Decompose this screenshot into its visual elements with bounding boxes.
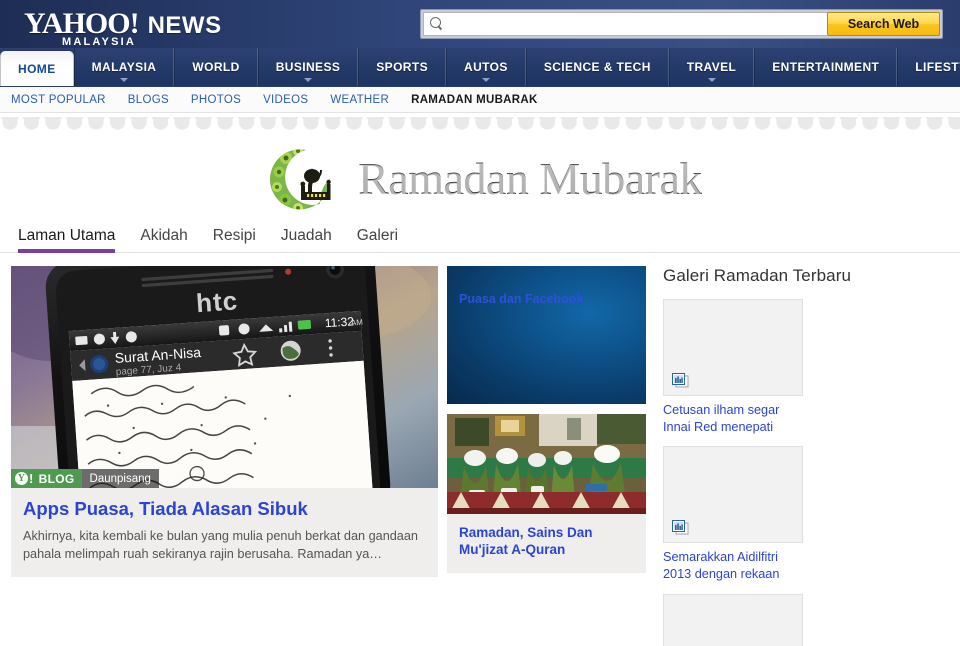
site-logo[interactable]: YAHOO! NEWS MALAYSIA (24, 6, 222, 48)
nav-item-label: TRAVEL (686, 60, 737, 74)
subnav-item-most-popular[interactable]: MOST POPULAR (11, 94, 106, 106)
nav-item-world[interactable]: WORLD (174, 48, 258, 86)
section-tabs: Laman Utama Akidah Resipi Juadah Galeri (0, 216, 960, 253)
students-reading-quran-image (447, 414, 646, 514)
subnav-item-ramadan-mubarak[interactable]: RAMADAN MUBARAK (411, 94, 538, 106)
gallery-column: Galeri Ramadan Terbaru Cetusan ilham seg… (655, 266, 949, 646)
nav-item-label: MALAYSIA (91, 60, 157, 74)
mid-card-quran-science-title[interactable]: Ramadan, Sains Dan Mu'jizat A-Quran (459, 524, 634, 559)
gallery-item[interactable]: Cetusan ilham segar Innai Red menepati (663, 299, 803, 436)
nav-item-label: SPORTS (376, 60, 429, 74)
section-tab-akidah[interactable]: Akidah (140, 227, 187, 252)
region-wordmark: MALAYSIA (62, 35, 137, 48)
gallery-thumbnail[interactable] (663, 299, 803, 396)
crescent-moon-mosque-icon (270, 148, 331, 209)
lead-story-column: htc 11:32 AM Surat An-Nisa page 77, Juz … (11, 266, 438, 646)
mid-card-facebook-title[interactable]: Puasa dan Facebook (459, 292, 583, 306)
nav-item-label: ENTERTAINMENT (772, 60, 880, 74)
nav-item-label: WORLD (192, 60, 240, 74)
lead-story-description: Akhirnya, kita kembali ke bulan yang mul… (23, 529, 418, 562)
sub-navigation: MOST POPULAR BLOGS PHOTOS VIDEOS WEATHER RAMA… (0, 87, 960, 113)
gallery-item-label[interactable]: Cetusan ilham segar Innai Red menepati (663, 402, 803, 436)
middle-cards-column: Puasa dan Facebook Ramadan, Sains Dan Mu… (447, 266, 646, 646)
nav-item-label: SCIENCE & TECH (543, 60, 651, 74)
decorative-pattern-band (0, 113, 960, 141)
broken-image-icon (672, 520, 689, 535)
section-tab-juadah[interactable]: Juadah (281, 227, 332, 252)
broken-image-icon (672, 373, 689, 388)
nav-item-home[interactable]: HOME (0, 51, 74, 86)
search-icon (430, 17, 444, 31)
section-tab-galeri[interactable]: Galeri (357, 227, 398, 252)
gallery-item-label[interactable]: Semarakkan Aidilfitri 2013 dengan rekaan (663, 549, 803, 583)
gallery-thumbnail[interactable] (663, 446, 803, 544)
chevron-down-icon (303, 78, 312, 82)
nav-item-science-tech[interactable]: SCIENCE & TECH (525, 48, 669, 86)
nav-item-business[interactable]: BUSINESS (257, 48, 359, 86)
content-area: htc 11:32 AM Surat An-Nisa page 77, Juz … (0, 253, 960, 646)
gallery-item[interactable]: 10 Masjid Yang Paling Indah di Dunia (663, 593, 803, 646)
subnav-item-videos[interactable]: VIDEOS (263, 94, 308, 106)
lead-story-title[interactable]: Apps Puasa, Tiada Alasan Sibuk (23, 498, 426, 520)
gallery-heading: Galeri Ramadan Terbaru (663, 266, 852, 285)
mid-card-quran-science[interactable]: Ramadan, Sains Dan Mu'jizat A-Quran (447, 414, 646, 573)
lead-badges: Y ! BLOG Daunpisang (11, 469, 159, 488)
svg-text:AM: AM (351, 318, 364, 328)
nav-item-entertainment[interactable]: ENTERTAINMENT (754, 48, 898, 86)
nav-item-travel[interactable]: TRAVEL (668, 48, 755, 86)
mid-card-quran-science-caption: Ramadan, Sains Dan Mu'jizat A-Quran (447, 514, 646, 573)
lead-story-photo[interactable]: htc 11:32 AM Surat An-Nisa page 77, Juz … (11, 266, 438, 488)
mid-card-facebook[interactable]: Puasa dan Facebook (447, 266, 646, 404)
phone-quran-app-image: htc 11:32 AM Surat An-Nisa page 77, Juz … (11, 266, 438, 488)
subnav-item-weather[interactable]: WEATHER (330, 94, 389, 106)
section-wordmark: NEWS (147, 11, 222, 39)
chevron-down-icon (707, 78, 716, 82)
gallery-thumbnail[interactable] (663, 593, 803, 646)
masthead: YAHOO! NEWS MALAYSIA Search Web (0, 0, 960, 48)
nav-item-label: HOME (18, 61, 56, 76)
main-navigation: HOME MALAYSIA WORLD BUSINESS SPORTS AUTOS SCIE… (0, 48, 960, 87)
nav-item-label: AUTOS (464, 60, 508, 74)
nav-item-sports[interactable]: SPORTS (358, 48, 447, 86)
gallery-grid: Cetusan ilham segar Innai Red menepati Se… (663, 299, 949, 646)
lead-source-label: Daunpisang (81, 469, 159, 488)
chevron-down-icon (481, 78, 490, 82)
ramadan-banner: Ramadan Mubarak (0, 141, 960, 216)
chevron-down-icon (119, 78, 128, 82)
search-web-button[interactable]: Search Web (827, 12, 940, 36)
search-field[interactable] (423, 12, 827, 36)
nav-item-autos[interactable]: AUTOS (446, 48, 526, 86)
nav-item-lifestyle[interactable]: LIFESTYLE (897, 48, 960, 86)
subnav-item-blogs[interactable]: BLOGS (128, 94, 169, 106)
svg-text:htc: htc (195, 285, 239, 318)
section-tab-laman-utama[interactable]: Laman Utama (18, 227, 116, 253)
nav-item-label: LIFESTYLE (915, 60, 960, 74)
nav-item-malaysia[interactable]: MALAYSIA (73, 48, 175, 86)
yahoo-circle-icon: Y (15, 472, 28, 485)
lead-story-body: Apps Puasa, Tiada Alasan Sibuk Akhirnya,… (11, 488, 438, 578)
mid-card-quran-science-photo (447, 414, 646, 514)
yahoo-blog-badge: Y ! BLOG (11, 469, 82, 488)
blog-badge-label: BLOG (38, 471, 75, 486)
mid-card-facebook-photo: Puasa dan Facebook (447, 266, 646, 404)
search-input[interactable] (448, 13, 827, 35)
search-bar: Search Web (420, 9, 943, 39)
yahoo-wordmark: YAHOO! (24, 6, 140, 40)
yahoo-bang-icon: ! (29, 471, 34, 486)
section-tab-resipi[interactable]: Resipi (213, 227, 256, 252)
subnav-item-photos[interactable]: PHOTOS (191, 94, 241, 106)
banner-title: Ramadan Mubarak (358, 153, 702, 204)
nav-item-label: BUSINESS (275, 60, 341, 74)
gallery-item[interactable]: Semarakkan Aidilfitri 2013 dengan rekaan (663, 446, 803, 583)
